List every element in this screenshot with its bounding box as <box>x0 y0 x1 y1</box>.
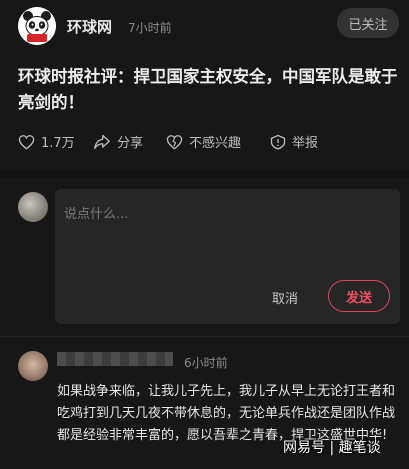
article-title[interactable]: 环球时报社评：捍卫国家主权安全，中国军队是敢于亮剑的！ <box>18 64 403 116</box>
share-button[interactable]: 分享 <box>93 132 143 151</box>
follow-button[interactable]: 已关注 <box>337 8 399 38</box>
comment-time: 6小时前 <box>184 356 228 370</box>
logo-badge <box>27 34 47 42</box>
cancel-button[interactable]: 取消 <box>272 288 298 307</box>
not-interested-label: 不感兴趣 <box>189 136 242 151</box>
not-interested-button[interactable]: 不感兴趣 <box>166 132 241 151</box>
commenter-avatar[interactable] <box>18 351 48 381</box>
like-button[interactable]: 1.7万 <box>18 132 75 151</box>
source-name[interactable]: 环球网 <box>67 16 112 37</box>
report-button[interactable]: 举报 <box>270 132 318 151</box>
heart-icon <box>18 134 35 150</box>
comment-input[interactable]: 说点什么... <box>64 203 128 222</box>
share-label: 分享 <box>117 136 144 151</box>
share-icon <box>94 134 110 149</box>
comment-divider <box>0 336 409 337</box>
send-button[interactable]: 发送 <box>328 280 390 312</box>
like-count: 1.7万 <box>41 136 75 151</box>
warning-icon <box>270 134 286 150</box>
watermark: 网易号 | 趣笔谈 <box>283 440 381 456</box>
action-bar: 1.7万 分享 不感兴趣 举报 <box>18 132 398 154</box>
post-time: 7小时前 <box>128 21 172 35</box>
commenter-name-redacted <box>57 352 173 366</box>
section-divider <box>0 170 409 178</box>
broken-heart-icon <box>166 134 183 150</box>
source-avatar[interactable] <box>18 7 56 45</box>
user-avatar <box>18 192 48 222</box>
article-header: 环球网 7小时前 已关注 <box>0 0 409 52</box>
comment-composer: 说点什么... 取消 发送 <box>55 189 400 324</box>
report-label: 举报 <box>292 136 319 151</box>
